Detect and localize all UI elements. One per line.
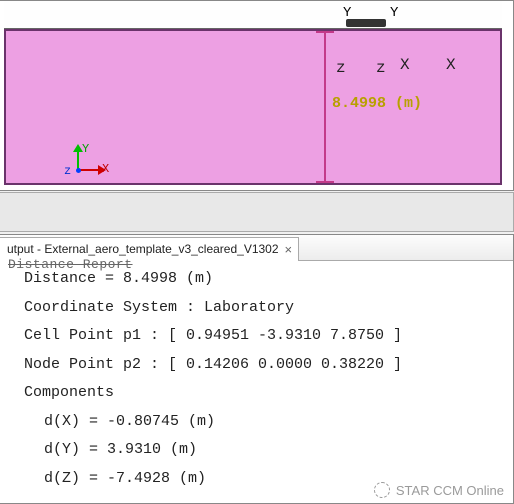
close-icon[interactable]: × bbox=[285, 242, 293, 257]
triad-y-label: Y bbox=[82, 142, 89, 156]
scene-z-label-2: z bbox=[376, 59, 386, 77]
3d-viewport[interactable]: Y Y z z X X 8.4998 (m) Y X z bbox=[0, 0, 514, 191]
report-p1: Cell Point p1 : [ 0.94951 -3.9310 7.8750… bbox=[4, 322, 514, 351]
viewport-top-band: Y Y bbox=[4, 1, 502, 29]
watermark-text: STAR CCM Online bbox=[396, 483, 504, 498]
scene-x-label-2: X bbox=[446, 56, 456, 74]
geometry-silhouette bbox=[346, 19, 386, 27]
report-components: Components bbox=[4, 379, 514, 408]
triad-x-axis bbox=[78, 169, 100, 171]
report-p2: Node Point p2 : [ 0.14206 0.0000 0.38220… bbox=[4, 351, 514, 380]
ruler-cap-bottom bbox=[316, 181, 334, 183]
axis-triad[interactable]: Y X z bbox=[66, 146, 106, 186]
report-dy: d(Y) = 3.9310 (m) bbox=[4, 436, 514, 465]
distance-ruler[interactable] bbox=[324, 31, 326, 181]
distance-report: Distance Report Distance = 8.4998 (m) Co… bbox=[4, 265, 514, 493]
scene-y-label-2: Y bbox=[390, 5, 398, 21]
output-panel: utput - External_aero_template_v3_cleare… bbox=[0, 234, 514, 504]
toolbar-strip bbox=[0, 192, 514, 232]
triad-x-label: X bbox=[102, 162, 109, 176]
ruler-value: 8.4998 (m) bbox=[332, 95, 422, 112]
triad-z-label: z bbox=[64, 164, 71, 178]
report-coord-sys: Coordinate System : Laboratory bbox=[4, 294, 514, 323]
scene-z-label-1: z bbox=[336, 59, 346, 77]
watermark-logo-icon bbox=[374, 482, 390, 498]
report-header: Distance Report bbox=[8, 253, 133, 278]
report-dx: d(X) = -0.80745 (m) bbox=[4, 408, 514, 437]
watermark: STAR CCM Online bbox=[374, 482, 504, 498]
triad-z-axis bbox=[76, 168, 81, 173]
scene-x-label-1: X bbox=[400, 56, 410, 74]
